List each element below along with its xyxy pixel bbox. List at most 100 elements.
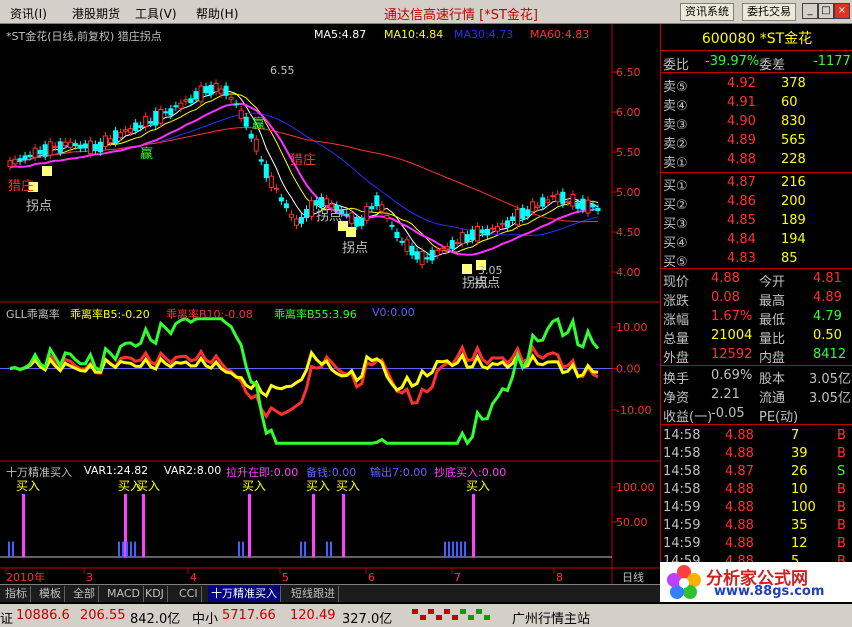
tick-side: B — [837, 428, 846, 443]
y-tick-label: 100.00 — [616, 481, 655, 494]
site-logo: 分析家公式网 www.88gs.com — [660, 562, 852, 602]
weibi-row[interactable]: 委比 -39.97% 委差 -1177 — [661, 53, 852, 73]
tick-side: B — [837, 536, 846, 551]
divider — [661, 172, 852, 173]
candle-body — [87, 140, 93, 155]
candle-body — [505, 220, 511, 228]
buy-row[interactable]: 买④ 4.84 194 — [661, 231, 852, 251]
buy-row[interactable]: 买① 4.87 216 — [661, 174, 852, 194]
sell-row[interactable]: 卖③ 4.90 830 — [661, 113, 852, 133]
sell-price: 4.89 — [727, 133, 756, 148]
tick-row[interactable]: 14:58 4.87 26 S — [661, 463, 852, 481]
main-chart-title: *ST金花(日线,前复权) 猎庄拐点 — [6, 30, 162, 43]
candle-body — [359, 218, 365, 226]
candle-body — [384, 214, 390, 219]
stat-value: 0.08 — [711, 290, 740, 305]
stat-row[interactable]: 涨跌 0.08 最高 4.89 — [661, 289, 852, 309]
x-tick-label: 2010年 — [6, 570, 45, 584]
stat-row[interactable]: 总量 21004 量比 0.50 — [661, 327, 852, 347]
tab-2[interactable]: 全部 — [70, 586, 99, 602]
ma10-line — [9, 93, 599, 253]
fin-row[interactable]: 收益(一) -0.05 PE(动) — [661, 405, 852, 425]
weibi-value: -39.97% — [705, 54, 760, 69]
stat-row[interactable]: 外盘 12592 内盘 8412 — [661, 346, 852, 366]
signal-label: 猎庄 — [8, 178, 34, 194]
candle-body — [213, 82, 219, 93]
tab-1[interactable]: 模板 — [36, 586, 65, 602]
tab-0[interactable]: 指标 — [2, 586, 31, 602]
tick-row[interactable]: 14:58 4.88 10 B — [661, 481, 852, 499]
menu-item-help[interactable]: 帮助(H) — [196, 5, 238, 22]
tick-time: 14:58 — [663, 446, 701, 461]
tick-row[interactable]: 14:58 4.88 7 B — [661, 427, 852, 445]
shuchu7-value: 输出7:0.00 — [370, 466, 428, 479]
close-icon[interactable]: × — [834, 3, 850, 19]
menu-item-info[interactable]: 资讯(I) — [10, 5, 47, 22]
tick-row[interactable]: 14:59 4.88 35 B — [661, 517, 852, 535]
trade-button[interactable]: 委托交易 — [742, 3, 796, 21]
candle-body — [520, 207, 526, 219]
buy-volume: 200 — [781, 194, 806, 209]
candle-body — [243, 116, 249, 127]
candle-body — [555, 193, 561, 203]
tick-time: 14:59 — [663, 518, 701, 533]
candle-body — [223, 85, 229, 96]
minimize-icon[interactable]: _ — [802, 3, 818, 19]
buy-signal-label: 买入 — [306, 479, 330, 493]
tab-4[interactable]: KDJ — [142, 586, 168, 602]
candle-body — [143, 115, 149, 128]
sell-row[interactable]: 卖④ 4.91 60 — [661, 94, 852, 114]
tick-time: 14:59 — [663, 500, 701, 515]
stat-value: 4.88 — [711, 271, 740, 286]
candle-body — [419, 251, 425, 266]
tick-row[interactable]: 14:59 4.88 100 B — [661, 499, 852, 517]
candle-body — [168, 108, 174, 116]
candle-body — [178, 102, 184, 109]
candle-body — [67, 141, 73, 148]
tab-5[interactable]: CCI — [176, 586, 202, 602]
sell-row[interactable]: 卖⑤ 4.92 378 — [661, 75, 852, 95]
buy-blue-bar — [300, 541, 302, 557]
stat-value: 0.50 — [813, 328, 842, 343]
fin-row[interactable]: 换手 0.69% 股本 3.05亿 — [661, 367, 852, 387]
tab-3[interactable]: MACD — [104, 586, 144, 602]
candle-body — [324, 198, 330, 206]
y-tick-label: -10.00 — [616, 404, 651, 417]
menu-item-tools[interactable]: 工具(V) — [135, 5, 177, 22]
candle-body — [314, 200, 320, 206]
index-item: 120.49 — [290, 608, 336, 623]
candle-body — [198, 85, 204, 103]
tab-6[interactable]: 十万精准买入 — [208, 586, 281, 602]
buy-bars — [0, 494, 612, 558]
tab-7[interactable]: 短线跟进 — [288, 586, 339, 602]
buy-row[interactable]: 买② 4.86 200 — [661, 193, 852, 213]
chart-canvas[interactable]: 6.506.005.505.004.504.006.553.05猎庄拐点赢赢猎庄… — [0, 24, 660, 584]
buy-signal-bar — [248, 494, 251, 557]
candle-body — [248, 133, 254, 139]
candle-body — [379, 204, 385, 212]
chaodi-value: 抄底买入:0.00 — [434, 466, 507, 479]
menu-item-hk-futures[interactable]: 港股期货 — [72, 5, 120, 22]
meter-cell — [452, 615, 458, 620]
candle-body — [439, 247, 445, 251]
stat-row[interactable]: 现价 4.88 今开 4.81 — [661, 270, 852, 290]
candle-body — [580, 198, 586, 210]
server-label[interactable]: 广州行情主站 — [512, 608, 590, 627]
tick-row[interactable]: 14:58 4.88 39 B — [661, 445, 852, 463]
tick-row[interactable]: 14:59 4.88 12 B — [661, 535, 852, 553]
index-item: 10886.6 — [16, 608, 70, 623]
buy-row[interactable]: 买⑤ 4.83 85 — [661, 250, 852, 270]
buy-signal-bar — [142, 494, 145, 557]
fin-row[interactable]: 净资 2.21 流通 3.05亿 — [661, 386, 852, 406]
chart-area[interactable]: 6.50 6.00 5.50 5.00 4.50 4.00 6.55 3.05 猎庄 拐点赢赢猎庄… — [0, 24, 660, 584]
maximize-icon[interactable]: □ — [818, 3, 834, 19]
info-system-button[interactable]: 资讯系统 — [680, 3, 734, 21]
ma5-line — [9, 88, 599, 258]
candle-body — [57, 141, 63, 153]
buy-row[interactable]: 买③ 4.85 189 — [661, 212, 852, 232]
sell-row[interactable]: 卖② 4.89 565 — [661, 132, 852, 152]
sell-row[interactable]: 卖① 4.88 228 — [661, 151, 852, 171]
stat-row[interactable]: 涨幅 1.67% 最低 4.79 — [661, 308, 852, 328]
buy-volume: 189 — [781, 213, 806, 228]
gll-b5-value: 乖离率B5:-0.20 — [70, 308, 150, 321]
